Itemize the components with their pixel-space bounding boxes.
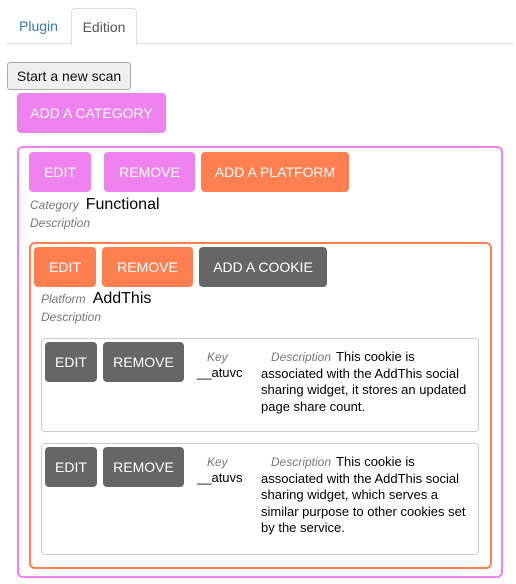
category-name: Functional (85, 196, 160, 213)
platform-description-label: Description (41, 310, 102, 324)
edit-cookie-button[interactable]: EDIT (45, 342, 97, 382)
remove-platform-button[interactable]: REMOVE (102, 247, 193, 287)
cookie-key-block: Key __atuvs (197, 454, 247, 486)
category-title: Category Functional (30, 196, 160, 214)
add-cookie-button[interactable]: ADD A COOKIE (199, 247, 327, 287)
platform-title: Platform AddThis (41, 290, 151, 308)
platform-name-label: Platform (41, 292, 86, 306)
add-platform-button[interactable]: ADD A PLATFORM (201, 152, 349, 192)
edit-cookie-button[interactable]: EDIT (45, 447, 97, 487)
cookie-card: EDIT REMOVE Key __atuvs Description This … (41, 443, 479, 555)
cookie-description-block: Description This cookie is associated wit… (261, 349, 473, 415)
tab-bar: Plugin Edition (7, 8, 513, 45)
add-category-button[interactable]: ADD A CATEGORY (17, 93, 166, 133)
cookie-key: __atuvs (197, 470, 243, 485)
remove-cookie-button[interactable]: REMOVE (103, 447, 184, 487)
remove-cookie-button[interactable]: REMOVE (103, 342, 184, 382)
category-card: EDIT REMOVE ADD A PLATFORM Category Funct… (17, 146, 503, 578)
platform-card: EDIT REMOVE ADD A COOKIE Platform AddThis… (29, 242, 492, 569)
cookie-description-label: Description (271, 455, 332, 469)
cookie-key-label: Key (207, 350, 228, 364)
cookie-card: EDIT REMOVE Key __atuvc Description This … (41, 338, 479, 432)
category-description-label: Description (30, 216, 91, 230)
edit-category-button[interactable]: EDIT (29, 152, 91, 192)
platform-name: AddThis (92, 290, 152, 307)
cookie-description-block: Description This cookie is associated wit… (261, 454, 473, 537)
cookie-key-block: Key __atuvc (197, 349, 247, 381)
remove-category-button[interactable]: REMOVE (104, 152, 195, 192)
tab-edition[interactable]: Edition (71, 8, 137, 45)
tab-plugin[interactable]: Plugin (7, 8, 70, 44)
cookie-key: __atuvc (197, 365, 243, 380)
category-name-label: Category (30, 198, 79, 212)
edit-platform-button[interactable]: EDIT (34, 247, 96, 287)
start-new-scan-button[interactable]: Start a new scan (7, 62, 131, 90)
cookie-description-label: Description (271, 350, 332, 364)
cookie-key-label: Key (207, 455, 228, 469)
